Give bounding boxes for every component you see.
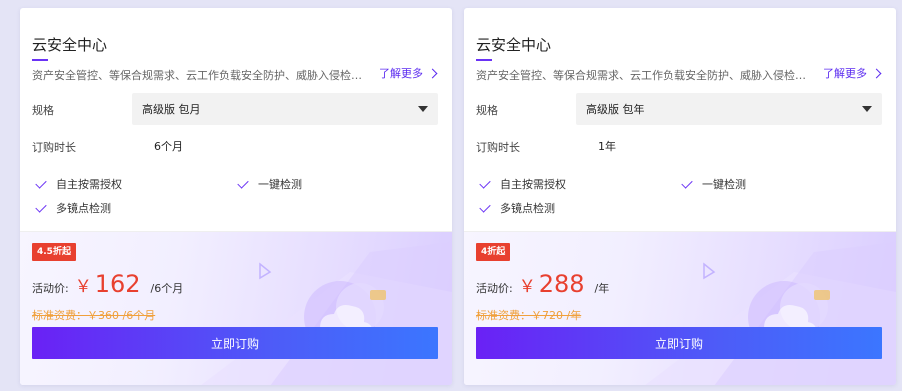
promo-section: 4折起 活动价: ￥ 288 /年 标准资费：￥720 /年 立即订购 <box>464 231 896 385</box>
card-title: 云安全中心 <box>32 36 108 54</box>
price-unit: /6个月 <box>150 282 184 295</box>
price-value: 288 <box>538 270 585 298</box>
learn-more-link[interactable]: 了解更多 <box>379 65 438 81</box>
feature-label: 自主按需授权 <box>56 178 122 191</box>
price-unit: /年 <box>594 282 610 295</box>
duration-value: 1年 <box>598 140 616 153</box>
check-icon <box>681 176 693 189</box>
caret-down-icon <box>862 106 872 112</box>
price-label: 活动价: <box>476 282 513 295</box>
product-card-yearly: 云安全中心 资产安全管控、等保合规需求、云工作负载安全防护、威胁入侵检测与...… <box>464 8 896 385</box>
spec-select-value: 高级版 包月 <box>142 103 201 116</box>
learn-more-link[interactable]: 了解更多 <box>823 65 882 81</box>
price-value: 162 <box>94 270 141 298</box>
feature-label: 多镜点检测 <box>56 202 111 215</box>
spec-select-value: 高级版 包年 <box>586 103 645 116</box>
chevron-right-icon <box>427 68 438 79</box>
spec-select[interactable]: 高级版 包月 <box>132 93 438 125</box>
check-icon <box>237 176 249 189</box>
chevron-right-icon <box>871 68 882 79</box>
price-label: 活动价: <box>32 282 69 295</box>
feature-item: 多镜点检测 <box>34 200 111 216</box>
feature-item: 自主按需授权 <box>478 176 566 192</box>
title-underline <box>32 59 48 61</box>
feature-label: 一键检测 <box>258 178 302 191</box>
buy-now-button[interactable]: 立即订购 <box>476 327 882 359</box>
duration-label: 订购时长 <box>476 141 520 154</box>
currency-symbol: ￥ <box>518 277 536 297</box>
currency-symbol: ￥ <box>74 277 92 297</box>
card-description: 资产安全管控、等保合规需求、云工作负载安全防护、威胁入侵检测与... <box>476 69 814 82</box>
card-title: 云安全中心 <box>476 36 552 54</box>
title-underline <box>476 59 492 61</box>
learn-more-label: 了解更多 <box>823 67 867 80</box>
price-row: 活动价: ￥ 288 /年 <box>476 270 609 298</box>
feature-label: 多镜点检测 <box>500 202 555 215</box>
promo-section: 4.5折起 活动价: ￥ 162 /6个月 标准资费：￥360 /6个月 立即订… <box>20 231 452 385</box>
spec-label: 规格 <box>32 104 54 117</box>
feature-label: 自主按需授权 <box>500 178 566 191</box>
original-price: 标准资费：￥360 /6个月 <box>32 309 156 322</box>
check-icon <box>35 200 47 213</box>
product-card-monthly: 云安全中心 资产安全管控、等保合规需求、云工作负载安全防护、威胁入侵检测与...… <box>20 8 452 385</box>
feature-item: 自主按需授权 <box>34 176 122 192</box>
check-icon <box>479 200 491 213</box>
duration-value: 6个月 <box>154 140 183 153</box>
check-icon <box>35 176 47 189</box>
check-icon <box>479 176 491 189</box>
original-price: 标准资费：￥720 /年 <box>476 309 582 322</box>
feature-item: 多镜点检测 <box>478 200 555 216</box>
duration-label: 订购时长 <box>32 141 76 154</box>
buy-now-button[interactable]: 立即订购 <box>32 327 438 359</box>
feature-item: 一键检测 <box>680 176 746 192</box>
spec-label: 规格 <box>476 104 498 117</box>
learn-more-label: 了解更多 <box>379 67 423 80</box>
discount-badge: 4折起 <box>476 243 511 261</box>
feature-label: 一键检测 <box>702 178 746 191</box>
price-row: 活动价: ￥ 162 /6个月 <box>32 270 183 298</box>
spec-select[interactable]: 高级版 包年 <box>576 93 882 125</box>
discount-badge: 4.5折起 <box>32 243 76 261</box>
caret-down-icon <box>418 106 428 112</box>
feature-item: 一键检测 <box>236 176 302 192</box>
card-description: 资产安全管控、等保合规需求、云工作负载安全防护、威胁入侵检测与... <box>32 69 370 82</box>
